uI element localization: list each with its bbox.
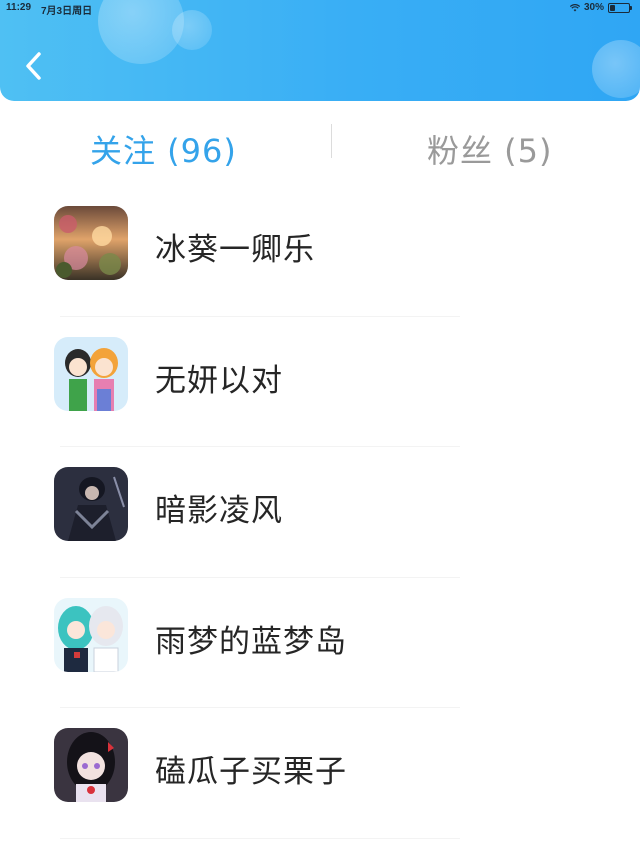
avatar bbox=[54, 206, 128, 280]
decorative-bubble bbox=[172, 10, 212, 50]
wifi-icon bbox=[569, 3, 580, 11]
tab-fans[interactable]: 粉丝 (5) bbox=[427, 126, 553, 172]
user-name: 雨梦的蓝梦岛 bbox=[155, 623, 347, 660]
back-button[interactable] bbox=[20, 46, 50, 86]
user-name: 磕瓜子买栗子 bbox=[155, 754, 347, 790]
decorative-bubble bbox=[592, 40, 640, 98]
list-item[interactable]: 无妍以对 bbox=[0, 317, 640, 447]
following-list: 冰葵一卿乐 无妍以对 暗影凌风 雨梦的蓝梦岛 磕瓜子买栗子 bbox=[0, 186, 640, 839]
battery-fill bbox=[610, 4, 615, 11]
user-name: 冰葵一卿乐 bbox=[155, 232, 315, 268]
user-name: 无妍以对 bbox=[155, 362, 283, 399]
avatar bbox=[54, 467, 128, 541]
divider bbox=[60, 837, 460, 839]
avatar bbox=[54, 728, 128, 802]
tab-divider bbox=[331, 124, 332, 158]
chevron-left-icon bbox=[26, 52, 41, 80]
status-time: 11:29 bbox=[6, 2, 32, 13]
tab-following[interactable]: 关注 (96) bbox=[90, 126, 237, 172]
follow-tabs: 关注 (96) 粉丝 (5) bbox=[0, 112, 640, 186]
battery-percent: 30% bbox=[583, 2, 604, 13]
list-item[interactable]: 暗影凌风 bbox=[0, 447, 640, 578]
battery-icon bbox=[608, 2, 632, 13]
status-bar: 11:29 7月3日周日 30% bbox=[0, 0, 640, 17]
list-item[interactable]: 磕瓜子买栗子 bbox=[0, 708, 640, 839]
list-item[interactable]: 冰葵一卿乐 bbox=[0, 186, 640, 317]
status-right: 30% bbox=[569, 2, 632, 13]
avatar bbox=[54, 597, 128, 672]
user-name: 暗影凌风 bbox=[155, 493, 283, 529]
status-date: 7月3日周日 bbox=[41, 6, 93, 17]
list-item[interactable]: 雨梦的蓝梦岛 bbox=[0, 578, 640, 708]
top-header: 11:29 7月3日周日 30% bbox=[0, 0, 640, 101]
avatar bbox=[54, 336, 128, 411]
